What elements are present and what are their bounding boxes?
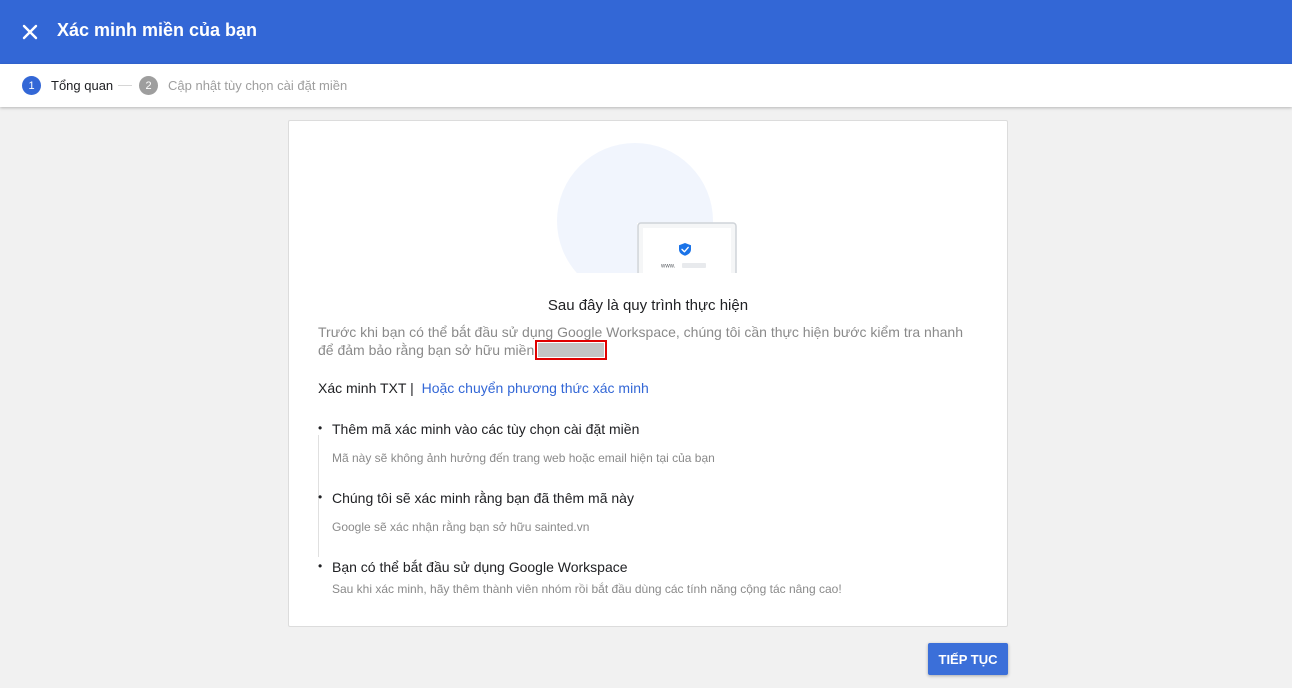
- close-icon[interactable]: [16, 18, 44, 46]
- url-text: www.: [660, 264, 676, 270]
- verification-method-row: Xác minh TXT | Hoặc chuyển phương thức x…: [318, 380, 649, 396]
- redacted-domain: [535, 340, 608, 360]
- intro-text: Trước khi bạn có thể bắt đầu sử dụng Goo…: [318, 323, 978, 360]
- page-title: Xác minh miền của bạn: [57, 20, 258, 40]
- step-overview[interactable]: 1 Tổng quan: [22, 76, 113, 95]
- step-number: 1: [22, 76, 41, 95]
- step-label: Cập nhật tùy chọn cài đặt miền: [168, 78, 348, 93]
- step-label: Tổng quan: [51, 78, 114, 93]
- step-subtitle: Google sẽ xác nhận rằng bạn sở hữu saint…: [332, 520, 590, 534]
- progress-stepper: 1 Tổng quan 2 Cập nhật tùy chọn cài đặt …: [0, 64, 1292, 107]
- step-subtitle: Mã này sẽ không ảnh hưởng đến trang web …: [332, 451, 715, 465]
- step-number: 2: [139, 76, 158, 95]
- step-update-domain-settings[interactable]: 2 Cập nhật tùy chọn cài đặt miền: [139, 76, 347, 95]
- top-app-bar: Xác minh miền của bạn: [0, 0, 1292, 64]
- bullet-icon: •: [318, 421, 323, 435]
- intro-body: Trước khi bạn có thể bắt đầu sử dụng Goo…: [318, 324, 963, 358]
- step-title: Chúng tôi sẽ xác minh rằng bạn đã thêm m…: [332, 490, 634, 506]
- card-heading: Sau đây là quy trình thực hiện: [547, 297, 749, 314]
- method-label: Xác minh TXT |: [318, 380, 414, 396]
- step-title: Bạn có thể bắt đầu sử dụng Google Worksp…: [332, 559, 628, 575]
- step-connector: [118, 85, 132, 86]
- bullet-icon: •: [318, 559, 323, 573]
- overview-card: www. Sau đây là quy trình thực hiện Trướ…: [288, 120, 1008, 627]
- bullet-icon: •: [318, 490, 323, 504]
- step-title: Thêm mã xác minh vào các tùy chọn cài đặ…: [332, 421, 640, 437]
- switch-method-link[interactable]: Hoặc chuyển phương thức xác minh: [422, 380, 649, 396]
- step-subtitle: Sau khi xác minh, hãy thêm thành viên nh…: [332, 582, 842, 596]
- laptop-shield-illustration: www.: [557, 143, 739, 299]
- continue-button[interactable]: TIẾP TỤC: [928, 643, 1008, 675]
